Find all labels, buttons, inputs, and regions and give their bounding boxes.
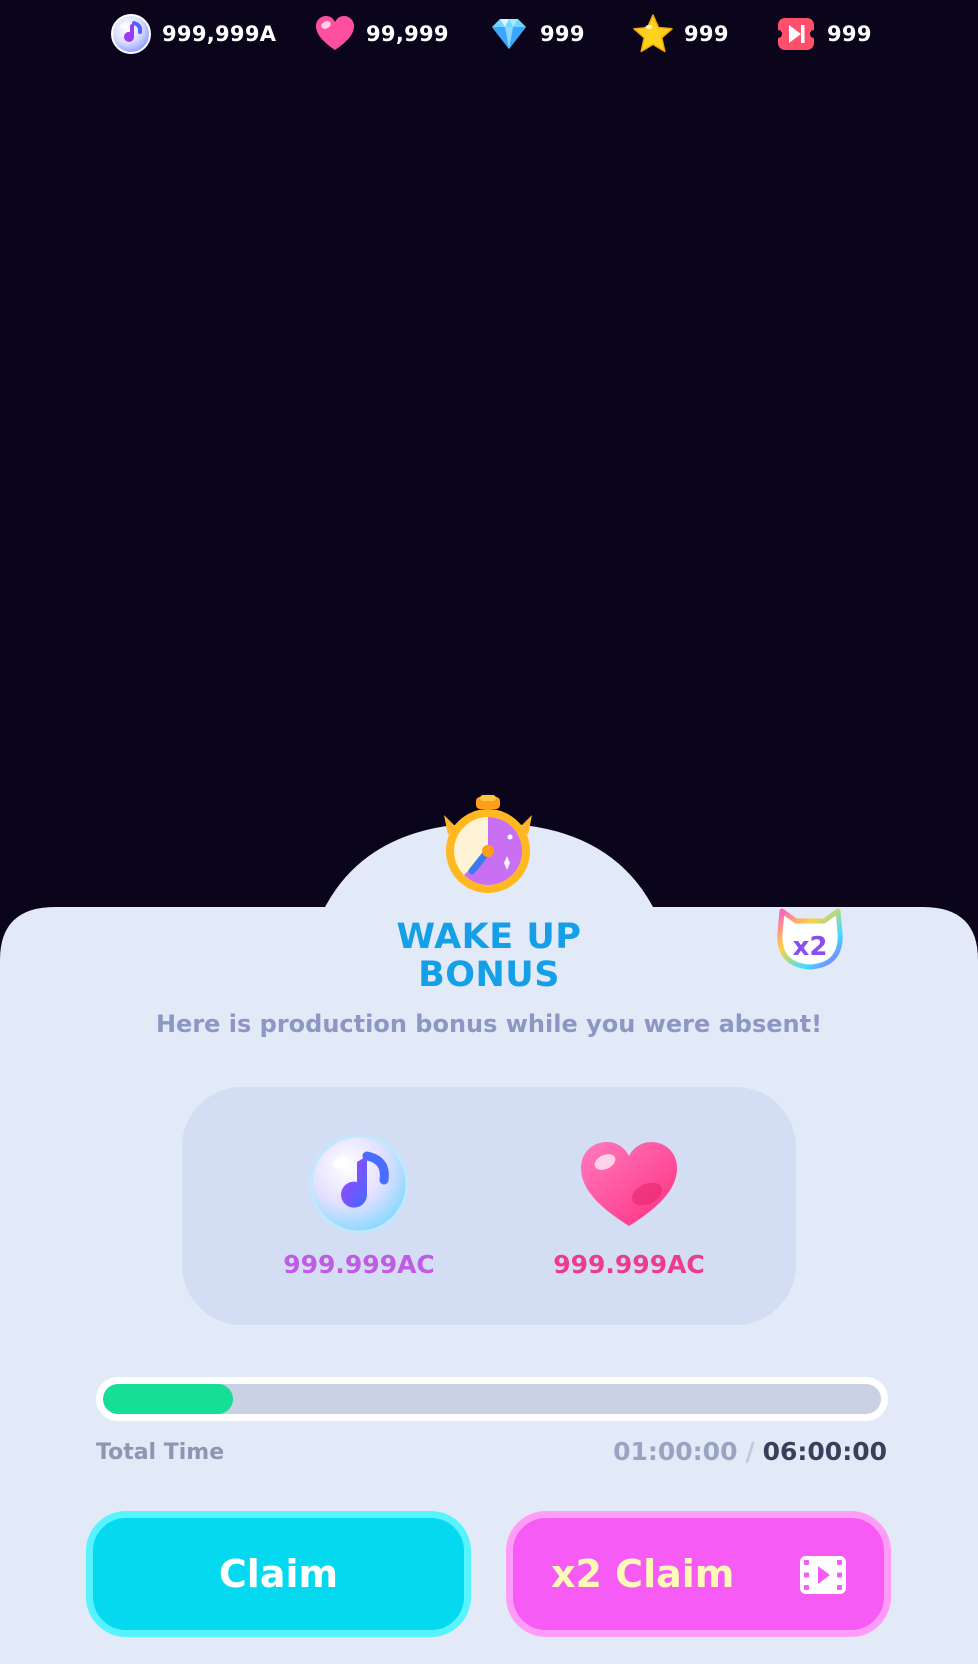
reward-notes: 999.999AC — [249, 1132, 469, 1279]
progress-track — [103, 1384, 881, 1414]
heart-icon — [316, 16, 354, 50]
resource-hearts-value: 99,999 — [366, 22, 449, 46]
bonus-title-line1: WAKE UP — [396, 917, 582, 957]
resource-notes[interactable]: 999,999A — [110, 12, 276, 56]
x2-claim-button[interactable]: x2 Claim — [506, 1511, 891, 1637]
resource-video-tickets-value: 999 — [827, 22, 872, 46]
heart-icon — [581, 1142, 677, 1226]
total-time: 06:00:00 — [762, 1437, 887, 1466]
bonus-title: WAKE UP BONUS — [339, 918, 639, 994]
resource-diamonds[interactable]: 999 — [488, 12, 585, 56]
resource-video-tickets[interactable]: 999 — [775, 12, 872, 56]
claim-button-label: Claim — [218, 1552, 339, 1596]
video-ticket-icon — [775, 18, 817, 50]
resource-stars[interactable]: 999 — [632, 12, 729, 56]
diamond-icon — [492, 19, 526, 49]
rewards-box: 999.999AC 999.999AC — [182, 1087, 796, 1325]
elapsed-time: 01:00:00 — [613, 1437, 738, 1466]
x2-badge-text: x2 — [793, 932, 828, 962]
bonus-title-line2: BONUS — [418, 955, 560, 995]
progress-fill — [103, 1384, 233, 1414]
time-readout: 01:00:00/06:00:00 — [613, 1437, 887, 1466]
stopwatch-icon — [444, 795, 532, 893]
reward-notes-value: 999.999AC — [283, 1250, 435, 1279]
reward-hearts: 999.999AC — [519, 1132, 739, 1279]
bonus-subtitle: Here is production bonus while you were … — [155, 1010, 823, 1038]
music-note-orb-icon — [111, 14, 151, 54]
time-separator: / — [745, 1437, 755, 1466]
x2-claim-button-label: x2 Claim — [551, 1552, 735, 1596]
claim-button[interactable]: Claim — [86, 1511, 471, 1637]
time-progress-bar — [96, 1377, 888, 1421]
reward-hearts-value: 999.999AC — [553, 1250, 705, 1279]
music-note-orb-icon — [309, 1134, 409, 1234]
x2-multiplier-badge: x2 — [777, 908, 843, 970]
resource-hearts[interactable]: 99,999 — [314, 12, 449, 56]
star-icon — [633, 14, 673, 53]
resource-diamonds-value: 999 — [540, 22, 585, 46]
resource-stars-value: 999 — [684, 22, 729, 46]
video-ad-icon — [800, 1556, 846, 1594]
resource-bar: 999,999A 99,999 999 999 999 — [0, 0, 978, 70]
resource-notes-value: 999,999A — [162, 22, 277, 46]
total-time-label: Total Time — [96, 1440, 225, 1465]
